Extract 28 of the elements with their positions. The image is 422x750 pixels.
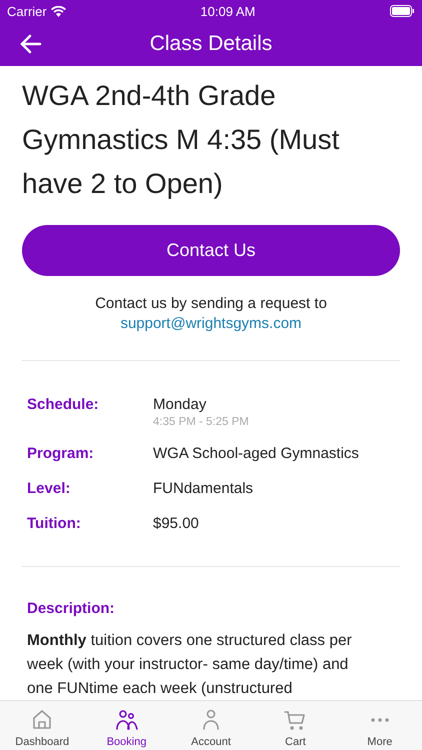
- tab-bar-item[interactable]: More: [338, 701, 422, 750]
- description-label: Description:: [27, 599, 116, 619]
- detail-label: Program:: [27, 444, 95, 464]
- class-title: WGA 2nd-4th Grade Gymnastics M 4:35 (Must have 2 to Open): [22, 79, 340, 201]
- screen-title: Class Details: [150, 32, 272, 56]
- tab-bar-item[interactable]: Account: [168, 701, 254, 750]
- time-range: 4:35 PM - 5:25 PM: [153, 415, 250, 429]
- detail-label: Schedule:: [27, 395, 100, 415]
- tab-bar-item[interactable]: Dashboard: [0, 701, 84, 750]
- detail-label: Level:: [27, 479, 72, 499]
- email-link[interactable]: support@wrightsgyms.com: [120, 314, 302, 334]
- description-text: Monthly tuition covers one structured class per week (with your instructor- same day/time) and one FUNtime each week (unstructured: [27, 631, 353, 699]
- carrier-label: Carrier: [7, 4, 47, 18]
- wifi-icon: [50, 6, 66, 16]
- detail-value: Monday: [153, 395, 208, 415]
- battery-icon: [390, 5, 414, 17]
- contact-us-button[interactable]: Contact Us: [22, 225, 400, 276]
- clock-time: 10:09 AM: [200, 4, 256, 18]
- people-icon: [114, 708, 139, 732]
- tab-bar-item[interactable]: Cart: [253, 701, 338, 750]
- contact-note: Contact us by sending a request to: [95, 294, 327, 314]
- detail-label: Tuition:: [27, 514, 82, 534]
- detail-value: FUNdamentals: [153, 479, 254, 499]
- detail-value: WGA School-aged Gymnastics: [153, 444, 360, 464]
- tab-bar-item[interactable]: Booking: [84, 701, 169, 750]
- back-arrow-icon[interactable]: [20, 34, 42, 54]
- detail-value: $95.00: [153, 514, 200, 534]
- cart-icon: [283, 708, 308, 732]
